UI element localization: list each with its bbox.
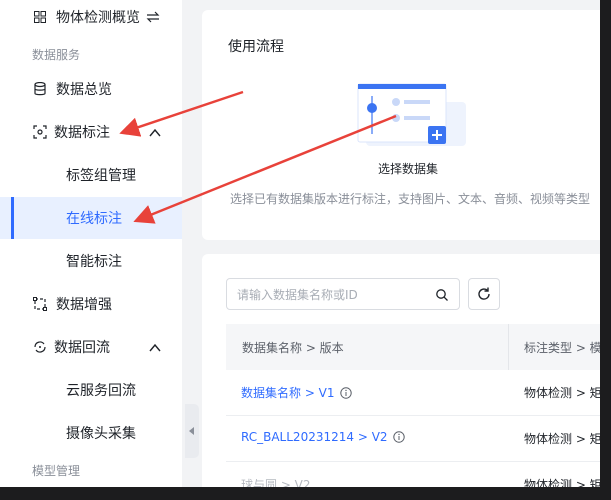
info-icon[interactable] [339, 386, 352, 399]
sidebar-item-label: 摄像头采集 [66, 426, 136, 442]
step-title: 选择数据集 [378, 162, 439, 176]
usage-flow-card: 使用流程 选择数据集 选择已有数据集版本进行标注，支持图片、文本、音频、视频等类… [202, 10, 600, 240]
column-header-dataset: 数据集名称 > 版本 [242, 341, 344, 355]
sidebar-item-data-reflow[interactable]: 数据回流 [0, 326, 182, 368]
app-frame: 物体检测概览 数据服务 数据总览 数据标注 标签组管理 在线标注 智能标注 数据… [0, 0, 600, 487]
scan-icon [32, 124, 48, 140]
refresh-icon [478, 287, 490, 300]
sidebar-collapse-handle[interactable] [185, 404, 199, 458]
sidebar-item-overview[interactable]: 物体检测概览 [0, 0, 182, 38]
step-description: 选择已有数据集版本进行标注，支持图片、文本、音频、视频等类型 [230, 192, 591, 206]
table-row: RC_BALL20231214 > V2 物体检测 > 矩 [226, 416, 600, 462]
reflow-icon [32, 339, 48, 355]
caret-left-icon [189, 427, 194, 435]
search-icon[interactable] [435, 287, 449, 301]
column-divider [508, 324, 509, 370]
dataset-name: RC_BALL20231214 > V2 [241, 430, 388, 444]
chevron-up-icon[interactable] [148, 125, 162, 139]
annotation-type: 物体检测 > 矩 [524, 478, 600, 487]
table-header: 数据集名称 > 版本 标注类型 > 模 [226, 324, 600, 370]
sidebar-item-label: 数据标注 [54, 125, 110, 141]
sidebar-item-label-group[interactable]: 标签组管理 [0, 154, 182, 196]
dataset-name: 数据集名称 > V1 [241, 386, 335, 400]
annotation-type: 物体检测 > 矩 [524, 386, 600, 400]
sidebar-item-online-annotation[interactable]: 在线标注 [0, 197, 182, 239]
dataset-list-card: 数据集名称 > 版本 标注类型 > 模 数据集名称 > V1 物体检测 > 矩 … [202, 254, 600, 487]
chevron-up-icon[interactable] [148, 340, 162, 354]
sidebar-item-data-annotation[interactable]: 数据标注 [0, 111, 182, 153]
switch-icon[interactable] [146, 8, 160, 27]
section-label-data-service: 数据服务 [32, 48, 81, 62]
sidebar-item-label: 数据增强 [56, 297, 112, 313]
refresh-button[interactable] [468, 278, 500, 310]
sidebar-item-data-augmentation[interactable]: 数据增强 [0, 283, 182, 325]
annotation-type: 物体检测 > 矩 [524, 432, 600, 446]
column-header-annotation-type: 标注类型 > 模 [524, 341, 600, 355]
sidebar-item-label: 在线标注 [66, 211, 122, 227]
grid-icon [32, 9, 48, 25]
table-row: 球与圆 > V2 物体检测 > 矩 [226, 462, 600, 487]
select-dataset-illustration [356, 82, 468, 152]
section-label-model-management: 模型管理 [32, 464, 81, 478]
search-input[interactable] [235, 285, 429, 305]
sidebar-item-camera-capture[interactable]: 摄像头采集 [0, 412, 182, 454]
info-icon[interactable] [392, 431, 405, 443]
sidebar-item-label: 智能标注 [66, 254, 122, 270]
sidebar-item-data-overview[interactable]: 数据总览 [0, 68, 182, 110]
sidebar-item-label: 物体检测概览 [56, 10, 140, 26]
dataset-link[interactable]: 球与圆 > V2 [241, 476, 311, 487]
search-box [226, 278, 460, 310]
sidebar-item-label: 数据总览 [56, 82, 112, 98]
sidebar-item-label: 标签组管理 [66, 168, 136, 184]
sidebar-item-label: 云服务回流 [66, 383, 136, 399]
database-icon [32, 81, 48, 97]
sidebar: 物体检测概览 数据服务 数据总览 数据标注 标签组管理 在线标注 智能标注 数据… [0, 0, 182, 487]
usage-flow-title: 使用流程 [228, 39, 284, 55]
sidebar-item-cloud-reflow[interactable]: 云服务回流 [0, 369, 182, 411]
dataset-link[interactable]: RC_BALL20231214 > V2 [241, 430, 405, 444]
table-row: 数据集名称 > V1 物体检测 > 矩 [226, 370, 600, 416]
dataset-link[interactable]: 数据集名称 > V1 [241, 384, 352, 401]
crop-icon [32, 296, 48, 312]
sidebar-item-smart-annotation[interactable]: 智能标注 [0, 240, 182, 282]
sidebar-item-label: 数据回流 [54, 340, 110, 356]
dataset-name: 球与圆 > V2 [241, 478, 311, 487]
